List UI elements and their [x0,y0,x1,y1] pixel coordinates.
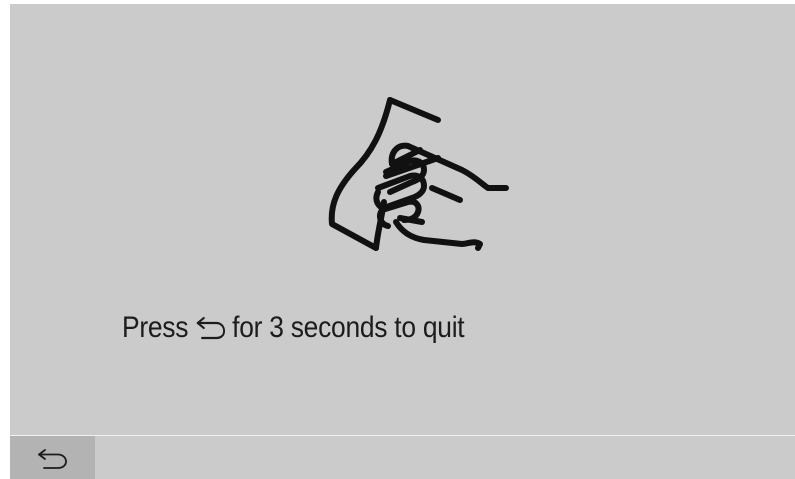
bottom-bar [10,435,795,479]
instruction-message: Press for 3 seconds to quit [122,306,465,350]
back-arrow-icon [195,315,227,341]
back-button[interactable] [10,436,95,479]
main-area: Press for 3 seconds to quit [10,4,795,435]
hand-touch-icon [312,92,512,256]
back-arrow-icon [37,449,67,469]
message-text-before: Press [122,311,189,344]
screen: Press for 3 seconds to quit [10,4,795,479]
message-text-after: for 3 seconds to quit [232,311,465,344]
